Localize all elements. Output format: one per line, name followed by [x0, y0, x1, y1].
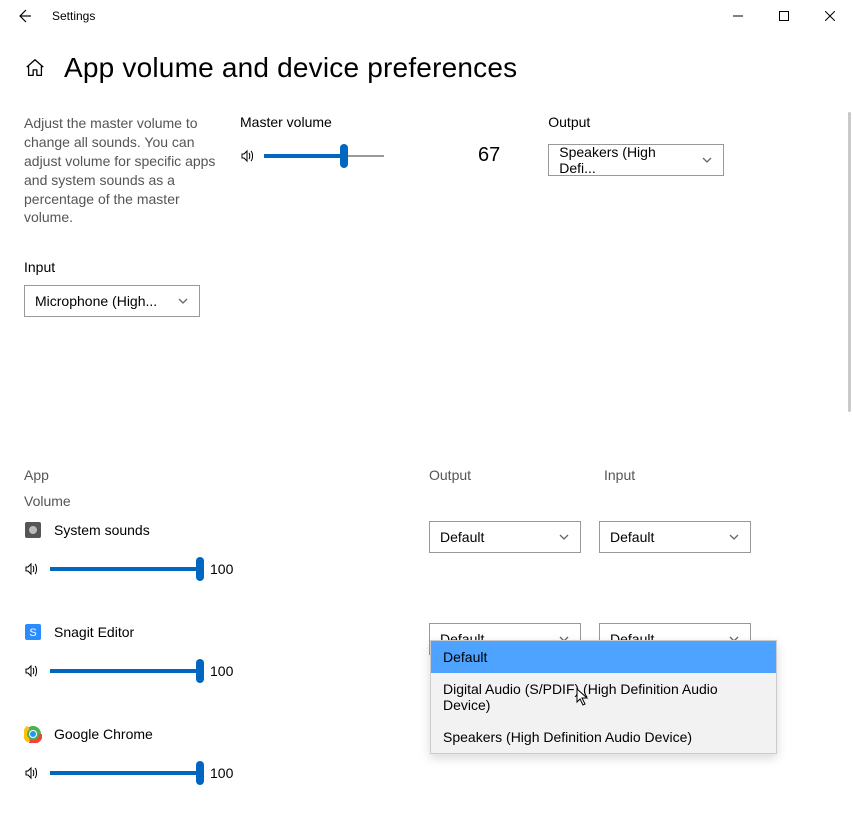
window-title: Settings [48, 9, 715, 23]
minimize-button[interactable] [715, 0, 761, 32]
speaker-icon [240, 148, 256, 164]
dropdown-item[interactable]: Default [431, 641, 776, 673]
dropdown-item[interactable]: Digital Audio (S/PDIF) (High Definition … [431, 673, 776, 721]
chevron-down-icon [701, 154, 713, 166]
app-output-value: Default [440, 529, 484, 545]
app-row: System sounds 100 Default Default [24, 521, 829, 611]
output-label: Output [548, 114, 724, 130]
input-section: Input Microphone (High... [24, 259, 829, 317]
output-column-label: Output [429, 467, 604, 483]
output-device-value: Speakers (High Defi... [559, 144, 693, 176]
app-icon [24, 725, 42, 743]
speaker-icon [24, 561, 40, 577]
close-button[interactable] [807, 0, 853, 32]
window-controls [715, 0, 853, 32]
input-device-value: Microphone (High... [35, 293, 157, 309]
chevron-down-icon [177, 295, 189, 307]
app-volume-value: 100 [210, 663, 233, 679]
app-icon: S [24, 623, 42, 641]
output-device-combo[interactable]: Speakers (High Defi... [548, 144, 724, 176]
app-volume-slider[interactable] [50, 659, 200, 683]
app-input-combo[interactable]: Default [599, 521, 751, 553]
page-header: App volume and device preferences [0, 32, 853, 84]
speaker-icon [24, 663, 40, 679]
chevron-down-icon [558, 531, 570, 543]
dropdown-item[interactable]: Speakers (High Definition Audio Device) [431, 721, 776, 753]
input-column-label: Input [604, 467, 829, 483]
app-icon [24, 521, 42, 539]
svg-text:S: S [29, 627, 36, 639]
master-volume-value: 67 [478, 144, 500, 227]
output-section: Output Speakers (High Defi... [548, 114, 724, 227]
app-column-label: App [24, 467, 429, 483]
master-volume-section: Master volume [240, 114, 440, 227]
app-name: Snagit Editor [54, 624, 134, 640]
speaker-icon [24, 765, 40, 781]
chevron-down-icon [728, 531, 740, 543]
app-volume-slider[interactable] [50, 761, 200, 785]
input-device-combo[interactable]: Microphone (High... [24, 285, 200, 317]
app-name: Google Chrome [54, 726, 153, 742]
app-volume-value: 100 [210, 765, 233, 781]
top-row: Adjust the master volume to change all s… [24, 114, 829, 227]
input-label: Input [24, 259, 829, 275]
master-volume-control [240, 144, 440, 168]
app-volume-value: 100 [210, 561, 233, 577]
app-input-value: Default [610, 529, 654, 545]
maximize-button[interactable] [761, 0, 807, 32]
page-title: App volume and device preferences [64, 52, 517, 84]
apps-header: App Output Input [24, 467, 829, 483]
help-text: Adjust the master volume to change all s… [24, 114, 220, 227]
master-volume-slider[interactable] [264, 144, 384, 168]
output-dropdown-popup: Default Digital Audio (S/PDIF) (High Def… [430, 640, 777, 754]
app-volume-slider[interactable] [50, 557, 200, 581]
app-name: System sounds [54, 522, 150, 538]
app-output-combo[interactable]: Default [429, 521, 581, 553]
back-button[interactable] [0, 0, 48, 32]
volume-column-label: Volume [24, 493, 829, 509]
home-icon[interactable] [24, 57, 46, 79]
titlebar: Settings [0, 0, 853, 32]
master-volume-label: Master volume [240, 114, 440, 130]
